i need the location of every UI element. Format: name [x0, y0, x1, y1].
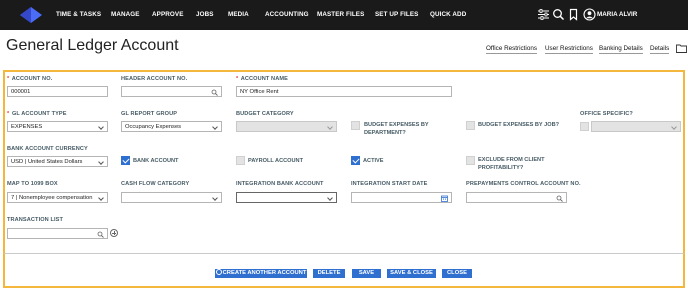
page-title: General Ledger Account — [6, 37, 179, 54]
gl-account-type-select[interactable]: EXPENSES — [7, 121, 108, 132]
cash-flow-category-select[interactable] — [121, 192, 222, 203]
create-another-account-button[interactable]: CREATE ANOTHER ACCOUNT — [215, 269, 307, 278]
nav-item-media[interactable]: MEDIA — [228, 11, 249, 18]
integration-start-date-label: INTEGRATION START DATE — [351, 181, 428, 187]
save-button[interactable]: SAVE — [352, 269, 381, 278]
office-select — [591, 121, 681, 132]
integration-bank-account-select[interactable] — [236, 192, 337, 203]
integration-bank-account-label: INTEGRATION BANK ACCOUNT — [236, 181, 324, 187]
folder-icon[interactable] — [676, 44, 687, 53]
budget-category-label: BUDGET CATEGORY — [236, 111, 294, 117]
nav-item-jobs[interactable]: JOBS — [196, 11, 214, 18]
user-avatar-icon[interactable] — [583, 8, 596, 21]
office-restrictions-link[interactable]: Office Restrictions — [486, 45, 537, 54]
payroll-account-checkbox[interactable] — [236, 156, 245, 165]
budget-by-job-checkbox[interactable] — [466, 121, 475, 130]
account-no-input[interactable]: 000001 — [7, 86, 108, 97]
save-close-button[interactable]: SAVE & CLOSE — [387, 269, 436, 278]
prepayments-control-input[interactable] — [466, 192, 567, 203]
bank-account-currency-select[interactable]: USD | United States Dollars — [7, 156, 108, 167]
nav-item-quick-add[interactable]: QUICK ADD — [430, 11, 466, 18]
plus-circle-icon — [215, 269, 222, 275]
details-link[interactable]: Details — [650, 45, 670, 54]
bank-account-checkbox[interactable] — [121, 156, 130, 165]
close-button[interactable]: CLOSE — [442, 269, 472, 278]
add-transaction-icon[interactable] — [110, 229, 118, 237]
active-checkbox[interactable] — [351, 156, 360, 165]
cash-flow-category-label: CASH FLOW CATEGORY — [121, 181, 190, 187]
exclude-profitability-label: EXCLUDE FROM CLIENT PROFITABILITY? — [478, 157, 545, 171]
bookmark-icon[interactable] — [567, 8, 580, 21]
prepayments-control-label: PREPAYMENTS CONTROL ACCOUNT NO. — [466, 181, 581, 187]
delete-button[interactable]: DELETE — [313, 269, 345, 278]
gl-report-group-label: GL REPORT GROUP — [121, 111, 178, 117]
header-account-no-label: HEADER ACCOUNT NO. — [121, 76, 188, 82]
payroll-account-label: PAYROLL ACCOUNT — [248, 158, 304, 164]
nav-item-time-tasks[interactable]: TIME & TASKS — [56, 11, 101, 18]
budget-by-department-label: BUDGET EXPENSES BY DEPARTMENT? — [364, 122, 429, 136]
account-name-input[interactable]: NY Office Rent — [236, 86, 452, 97]
search-icon[interactable] — [97, 231, 104, 238]
map-to-1099-label: MAP TO 1099 BOX — [7, 181, 58, 187]
map-to-1099-select[interactable]: 7 | Nonemployee compensation — [7, 192, 108, 203]
budget-by-department-checkbox[interactable] — [351, 121, 360, 130]
exclude-profitability-checkbox[interactable] — [466, 156, 475, 165]
nav-item-accounting[interactable]: ACCOUNTING — [265, 11, 309, 18]
top-nav-bar: TIME & TASKS MANAGE APPROVE JOBS MEDIA A… — [0, 0, 688, 30]
bank-account-label: BANK ACCOUNT — [133, 158, 179, 164]
search-icon[interactable] — [211, 89, 218, 96]
user-restrictions-link[interactable]: User Restrictions — [545, 45, 593, 54]
filter-settings-icon[interactable] — [537, 8, 550, 21]
active-label: ACTIVE — [363, 158, 384, 164]
nav-item-set-up-files[interactable]: SET UP FILES — [375, 11, 418, 18]
office-specific-label: OFFICE SPECIFIC? — [580, 111, 633, 117]
gl-account-type-label: * GL ACCOUNT TYPE — [7, 111, 67, 117]
calendar-icon[interactable] — [441, 195, 448, 202]
user-name[interactable]: MARIA ALVIR — [597, 11, 637, 18]
budget-category-select — [236, 121, 337, 132]
header-account-no-input[interactable] — [121, 86, 222, 97]
search-icon[interactable] — [556, 195, 563, 202]
banking-details-link[interactable]: Banking Details — [599, 45, 643, 54]
budget-by-job-label: BUDGET EXPENSES BY JOB? — [478, 122, 560, 128]
nav-item-master-files[interactable]: MASTER FILES — [317, 11, 364, 18]
nav-item-approve[interactable]: APPROVE — [152, 11, 184, 18]
account-no-label: * ACCOUNT NO. — [7, 76, 53, 82]
account-name-label: * ACCOUNT NAME — [236, 76, 288, 82]
search-icon[interactable] — [552, 8, 565, 21]
nav-item-manage[interactable]: MANAGE — [111, 11, 140, 18]
office-specific-checkbox[interactable] — [580, 122, 589, 131]
transaction-list-input[interactable] — [7, 228, 108, 239]
app-logo[interactable] — [20, 7, 42, 23]
bank-account-currency-label: BANK ACCOUNT CURRENCY — [7, 146, 88, 152]
integration-start-date-input[interactable] — [351, 192, 452, 203]
transaction-list-label: TRANSACTION LIST — [7, 217, 63, 223]
gl-report-group-select[interactable]: Occupancy Expenses — [121, 121, 222, 132]
